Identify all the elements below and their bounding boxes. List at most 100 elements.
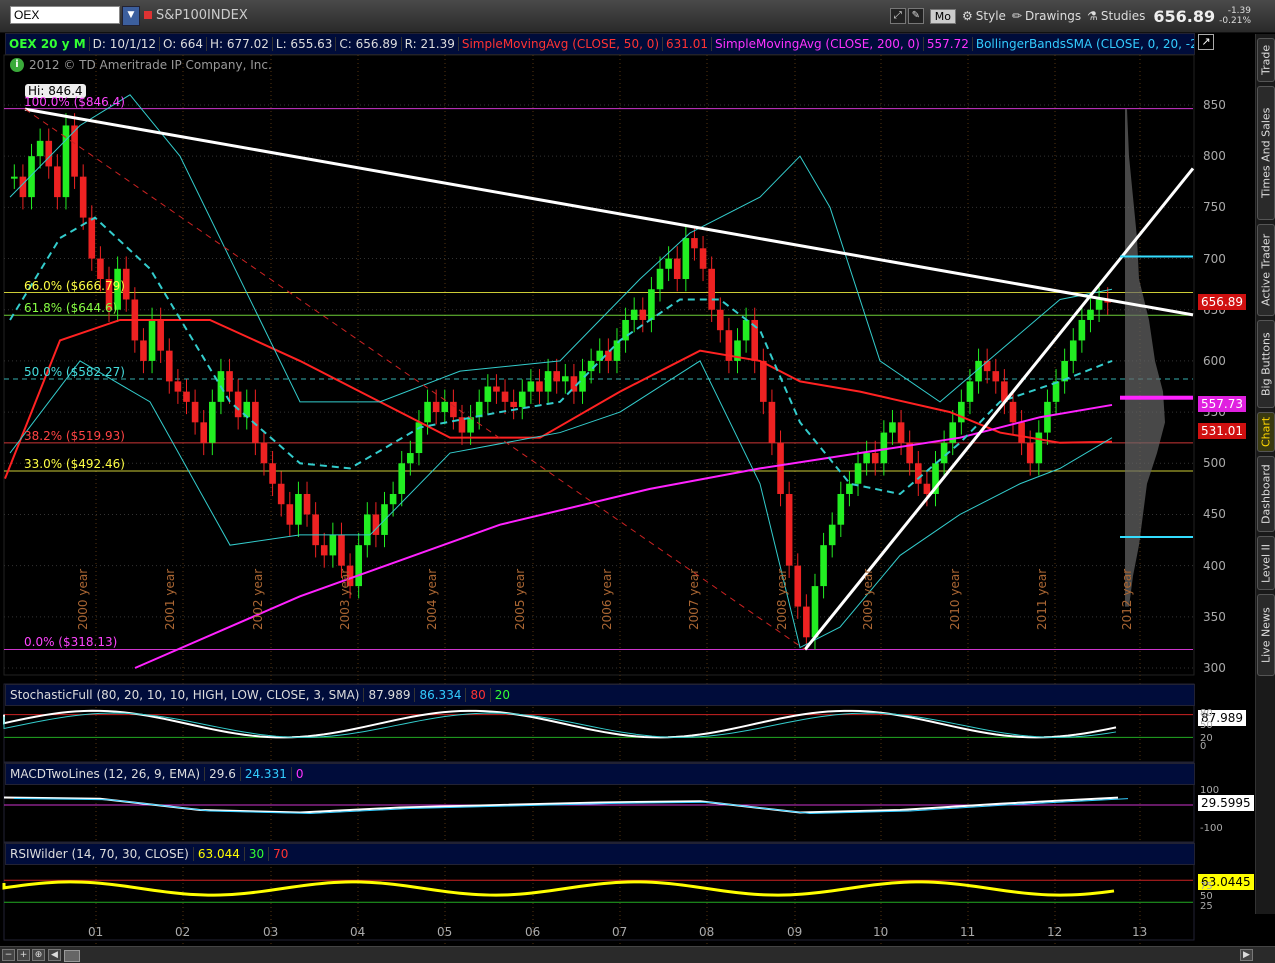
candle-body: [320, 545, 328, 556]
candle-body: [226, 371, 233, 392]
candle-body: [11, 176, 18, 179]
rsi-value: 63.044: [194, 847, 245, 861]
candle-body: [794, 565, 802, 607]
candle-body: [527, 381, 535, 392]
candle-body: [432, 401, 440, 413]
candle-body: [897, 422, 905, 443]
time-axis-label: 07: [612, 925, 628, 939]
stochastic-legend: StochasticFull (80, 20, 10, 10, HIGH, LO…: [5, 684, 1195, 706]
candle-body: [630, 309, 638, 320]
candle-body: [209, 401, 216, 443]
candle-body: [1035, 432, 1043, 464]
stochastic-under: 20: [494, 688, 511, 702]
macd-legend: MACDTwoLines (12, 26, 9, EMA) 29.6 24.33…: [5, 763, 1195, 785]
zoom-fit-icon[interactable]: ⊕: [32, 949, 45, 961]
year-label: 2008 year: [775, 568, 789, 630]
price-axis-label: 800: [1203, 149, 1226, 164]
zoom-in-icon[interactable]: +: [17, 949, 30, 961]
rsi-overbought: 70: [273, 847, 289, 861]
sidebar-tab-live-news[interactable]: Live News: [1257, 594, 1275, 676]
candle-body: [871, 453, 879, 464]
candle-body: [28, 156, 35, 198]
stoch-axis-label: 0: [1200, 741, 1207, 752]
candle-body: [363, 514, 371, 546]
candle-body: [269, 463, 276, 484]
level-marker-sma200: [1120, 395, 1193, 400]
candle-body: [1026, 442, 1034, 464]
candle-body: [785, 493, 793, 566]
stoch-axis-label: 50: [1200, 720, 1213, 731]
time-axis-label: 12: [1047, 925, 1063, 939]
candle-body: [622, 319, 629, 341]
year-label: 2002 year: [251, 568, 265, 630]
candle-body: [389, 493, 397, 505]
rsi-name[interactable]: RSIWilder (14, 70, 30, CLOSE): [6, 847, 194, 861]
price-axis-label: 600: [1203, 353, 1226, 368]
scroll-left-icon[interactable]: ◀: [48, 949, 61, 961]
candle-body: [536, 381, 543, 392]
time-axis-label: 11: [960, 925, 976, 939]
candle-body: [79, 176, 87, 218]
candle-body: [277, 483, 285, 505]
year-label: 2011 year: [1035, 568, 1049, 630]
zoom-out-icon[interactable]: −: [2, 949, 15, 961]
sidebar-tab-level-ii[interactable]: Level II: [1257, 536, 1275, 590]
year-label: 2007 year: [687, 568, 701, 630]
sidebar-tab-chart[interactable]: Chart: [1257, 412, 1275, 452]
year-label: 2001 year: [163, 568, 177, 630]
sidebar-tab-times-and-sales[interactable]: Times And Sales: [1257, 86, 1275, 220]
candle-body: [837, 493, 845, 525]
stochastic-name[interactable]: StochasticFull (80, 20, 10, 10, HIGH, LO…: [6, 688, 365, 702]
candle-body: [484, 386, 492, 402]
rsi-axis-label: 25: [1200, 901, 1213, 912]
horizontal-scrollbar[interactable]: − + ⊕ ◀ ▶: [0, 946, 1275, 963]
macd-tag: 29.5995: [1198, 795, 1254, 811]
candle-body: [501, 391, 509, 402]
candle-body: [183, 391, 190, 402]
sidebar-tab-trade[interactable]: Trade: [1257, 38, 1275, 82]
time-axis-label: 06: [525, 925, 541, 939]
price-axis-label: 300: [1203, 661, 1226, 675]
candle-body: [682, 238, 690, 280]
sidebar-tab-dashboard[interactable]: Dashboard: [1257, 456, 1275, 532]
candle-body: [303, 493, 311, 515]
candle-body: [811, 586, 819, 638]
candle-body: [355, 545, 362, 587]
stoch-axis-label: 80: [1200, 708, 1213, 719]
sidebar-tab-big-buttons[interactable]: Big Buttons: [1257, 320, 1275, 408]
candle-body: [234, 391, 242, 418]
candle-body: [54, 166, 61, 198]
time-axis-label: 05: [437, 925, 453, 939]
price-chart[interactable]: [0, 0, 1255, 946]
candle-body: [562, 376, 569, 382]
candle-body: [140, 340, 147, 361]
rsi-legend: RSIWilder (14, 70, 30, CLOSE) 63.044 30 …: [5, 843, 1195, 865]
time-axis-label: 02: [175, 925, 191, 939]
candle-body: [424, 401, 431, 423]
candle-body: [854, 463, 862, 484]
candle-body: [97, 258, 104, 280]
candle-body: [295, 493, 302, 525]
price-axis-label: 850: [1203, 98, 1226, 112]
candle-body: [648, 289, 655, 320]
candle-body: [820, 545, 827, 587]
candle-body: [553, 371, 560, 382]
candle-body: [656, 268, 664, 290]
candle-body: [338, 534, 345, 566]
candle-body: [165, 350, 173, 382]
time-axis-label: 08: [699, 925, 715, 939]
price-axis-label: 350: [1203, 609, 1226, 624]
sidebar-tab-active-trader[interactable]: Active Trader: [1257, 224, 1275, 316]
scroll-right-icon[interactable]: ▶: [1240, 949, 1253, 961]
fib-label: 100.0% ($846.4): [24, 94, 125, 109]
fib-label: 66.0% ($666.79): [24, 278, 125, 293]
price-axis-label: 450: [1203, 507, 1226, 522]
year-label: 2010 year: [948, 568, 962, 630]
candle-body: [889, 422, 896, 433]
year-label: 2004 year: [425, 568, 439, 630]
scroll-thumb[interactable]: [64, 950, 80, 962]
candle-body: [1018, 422, 1025, 443]
candle-body: [742, 319, 750, 341]
macd-name[interactable]: MACDTwoLines (12, 26, 9, EMA): [6, 767, 206, 781]
macd-avg: 24.331: [241, 767, 292, 781]
